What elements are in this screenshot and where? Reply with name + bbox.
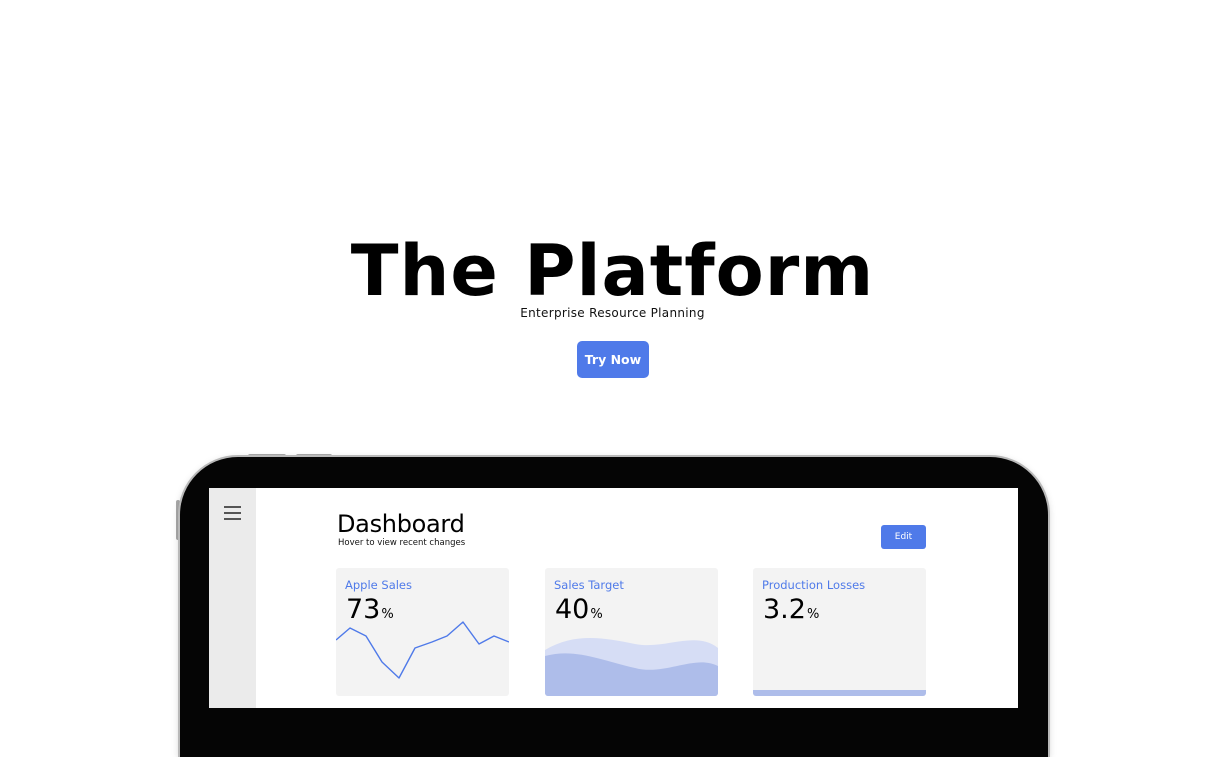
page-subtitle: Enterprise Resource Planning [520,306,705,320]
card-value-unit: % [590,607,603,622]
production-losses-card[interactable]: Production Losses 3.2% [753,568,926,696]
dashboard-subtitle: Hover to view recent changes [338,538,466,548]
tablet-screen: Dashboard Hover to view recent changes E… [209,488,1018,708]
card-value-number: 3.2 [763,594,806,625]
dashboard-title: Dashboard [337,510,465,538]
edit-button[interactable]: Edit [881,525,926,549]
card-label: Production Losses [762,578,866,592]
try-now-button[interactable]: Try Now [577,341,649,378]
sales-target-card[interactable]: Sales Target 40% [545,568,718,696]
sidebar [209,488,256,708]
card-value: 3.2% [763,594,819,625]
card-value-unit: % [806,607,820,622]
card-value: 73% [346,594,394,625]
card-label: Apple Sales [345,578,413,592]
hamburger-menu-icon[interactable] [224,506,241,520]
card-value-unit: % [381,607,394,622]
card-value-number: 40 [555,594,590,625]
page-title: The Platform [350,230,875,312]
card-value: 40% [555,594,603,625]
card-value-number: 73 [346,594,381,625]
apple-sales-card[interactable]: Apple Sales 73% [336,568,509,696]
card-label: Sales Target [554,578,624,592]
